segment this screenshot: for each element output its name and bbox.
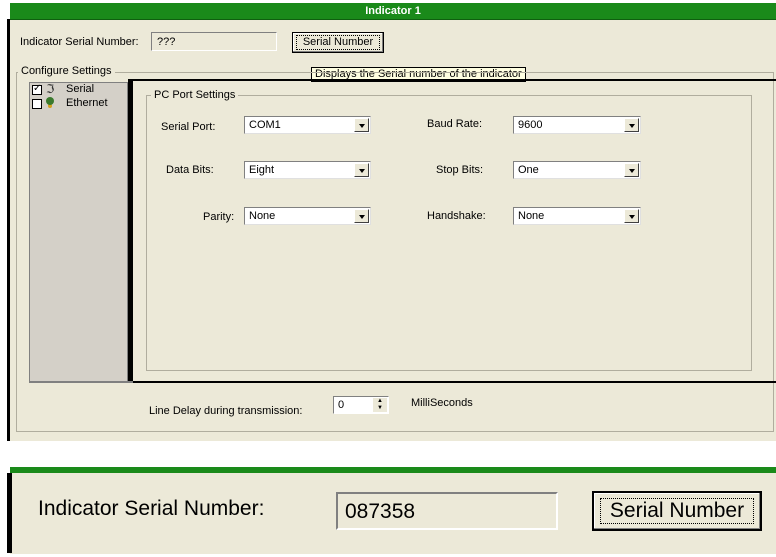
configure-settings-label: Configure Settings (18, 65, 115, 77)
serial-checkbox[interactable]: ✓ (32, 83, 42, 95)
handshake-value: None (518, 210, 545, 222)
tree-item-ethernet[interactable]: Ethernet (32, 96, 122, 109)
serial-number-label: Indicator Serial Number: (20, 36, 139, 48)
serial-cable-icon: ℑ (46, 82, 55, 96)
data-bits-label: Data Bits: (166, 164, 214, 176)
inset-top-bar (10, 467, 776, 473)
settings-tree (29, 82, 128, 382)
stop-bits-select[interactable]: One (513, 161, 641, 179)
line-delay-spinner[interactable]: 0 ▲ ▼ (333, 396, 389, 414)
serial-port-value: COM1 (249, 119, 281, 131)
data-bits-value: Eight (249, 164, 275, 176)
tree-item-serial[interactable]: ✓ ℑ Serial (32, 82, 122, 96)
network-icon (46, 97, 54, 105)
spinner-down-icon[interactable]: ▼ (373, 405, 387, 412)
milliseconds-label: MilliSeconds (411, 397, 473, 409)
serial-number-button[interactable]: Serial Number (292, 32, 384, 53)
baud-rate-label: Baud Rate: (427, 118, 483, 130)
window-title-bar: Indicator 1 (10, 3, 776, 20)
zoom-serial-number-label: Indicator Serial Number: (38, 497, 265, 520)
line-delay-value: 0 (338, 399, 345, 411)
serial-number-field: ??? (151, 32, 277, 51)
pc-port-settings-group (146, 95, 752, 371)
handshake-select[interactable]: None (513, 207, 641, 225)
content-divider (133, 381, 776, 383)
chevron-down-icon[interactable] (624, 118, 639, 132)
baud-rate-select[interactable]: 9600 (513, 116, 641, 134)
zoom-serial-number-field: 087358 (336, 492, 558, 530)
chevron-down-icon[interactable] (354, 209, 369, 223)
handshake-label: Handshake: (427, 210, 486, 222)
stop-bits-value: One (518, 164, 539, 176)
baud-rate-value: 9600 (518, 119, 543, 131)
spinner-up-icon[interactable]: ▲ (373, 398, 387, 405)
zoom-serial-number-value: 087358 (345, 500, 416, 523)
stop-bits-label: Stop Bits: (436, 164, 484, 176)
ethernet-checkbox[interactable] (32, 99, 42, 109)
parity-label: Parity: (203, 211, 235, 223)
serial-port-label: Serial Port: (161, 121, 216, 133)
inset-left-border (7, 473, 12, 553)
bottom-divider (29, 381, 133, 383)
tree-item-serial-label: Serial (66, 83, 95, 95)
focus-ring (600, 498, 754, 524)
chevron-down-icon[interactable] (624, 209, 639, 223)
data-bits-select[interactable]: Eight (244, 161, 371, 179)
window-title: Indicator 1 (365, 5, 421, 17)
chevron-down-icon[interactable] (354, 163, 369, 177)
pc-port-settings-title: PC Port Settings (151, 89, 239, 101)
chevron-down-icon[interactable] (354, 118, 369, 132)
parity-select[interactable]: None (244, 207, 371, 225)
tree-item-ethernet-label: Ethernet (66, 97, 108, 109)
zoom-serial-number-button[interactable]: Serial Number (592, 491, 762, 531)
chevron-down-icon[interactable] (624, 163, 639, 177)
parity-value: None (249, 210, 276, 222)
focus-ring (296, 35, 380, 50)
serial-port-select[interactable]: COM1 (244, 116, 371, 134)
window-left-border (7, 19, 10, 441)
line-delay-label: Line Delay during transmission: (149, 405, 303, 417)
serial-number-value: ??? (157, 36, 176, 48)
